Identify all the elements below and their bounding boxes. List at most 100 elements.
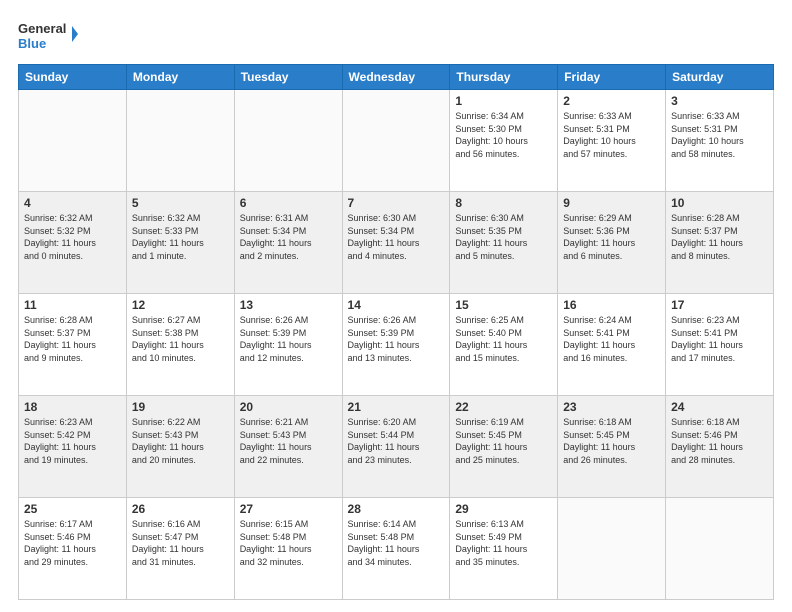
day-header-thursday: Thursday — [450, 65, 558, 90]
calendar-week-5: 25 Sunrise: 6:17 AM Sunset: 5:46 PM Dayli… — [19, 498, 774, 600]
day-info: Sunrise: 6:13 AM Sunset: 5:49 PM Dayligh… — [455, 518, 552, 568]
calendar-header-row: SundayMondayTuesdayWednesdayThursdayFrid… — [19, 65, 774, 90]
day-number: 26 — [132, 502, 229, 516]
day-info: Sunrise: 6:21 AM Sunset: 5:43 PM Dayligh… — [240, 416, 337, 466]
calendar-day-25: 25 Sunrise: 6:17 AM Sunset: 5:46 PM Dayli… — [19, 498, 127, 600]
logo-svg: General Blue — [18, 18, 78, 54]
header: General Blue — [18, 18, 774, 54]
day-number: 28 — [348, 502, 445, 516]
calendar-day-12: 12 Sunrise: 6:27 AM Sunset: 5:38 PM Dayli… — [126, 294, 234, 396]
day-info: Sunrise: 6:30 AM Sunset: 5:35 PM Dayligh… — [455, 212, 552, 262]
day-number: 21 — [348, 400, 445, 414]
day-info: Sunrise: 6:14 AM Sunset: 5:48 PM Dayligh… — [348, 518, 445, 568]
calendar-day-15: 15 Sunrise: 6:25 AM Sunset: 5:40 PM Dayli… — [450, 294, 558, 396]
day-number: 10 — [671, 196, 768, 210]
calendar-day-10: 10 Sunrise: 6:28 AM Sunset: 5:37 PM Dayli… — [666, 192, 774, 294]
day-info: Sunrise: 6:24 AM Sunset: 5:41 PM Dayligh… — [563, 314, 660, 364]
calendar-week-3: 11 Sunrise: 6:28 AM Sunset: 5:37 PM Dayli… — [19, 294, 774, 396]
calendar-day-9: 9 Sunrise: 6:29 AM Sunset: 5:36 PM Daylig… — [558, 192, 666, 294]
day-header-saturday: Saturday — [666, 65, 774, 90]
calendar-day-8: 8 Sunrise: 6:30 AM Sunset: 5:35 PM Daylig… — [450, 192, 558, 294]
calendar-day-21: 21 Sunrise: 6:20 AM Sunset: 5:44 PM Dayli… — [342, 396, 450, 498]
day-number: 6 — [240, 196, 337, 210]
calendar-day-28: 28 Sunrise: 6:14 AM Sunset: 5:48 PM Dayli… — [342, 498, 450, 600]
calendar-day-18: 18 Sunrise: 6:23 AM Sunset: 5:42 PM Dayli… — [19, 396, 127, 498]
day-number: 27 — [240, 502, 337, 516]
day-number: 9 — [563, 196, 660, 210]
calendar-day-11: 11 Sunrise: 6:28 AM Sunset: 5:37 PM Dayli… — [19, 294, 127, 396]
day-info: Sunrise: 6:27 AM Sunset: 5:38 PM Dayligh… — [132, 314, 229, 364]
calendar-day-29: 29 Sunrise: 6:13 AM Sunset: 5:49 PM Dayli… — [450, 498, 558, 600]
day-info: Sunrise: 6:33 AM Sunset: 5:31 PM Dayligh… — [671, 110, 768, 160]
day-info: Sunrise: 6:34 AM Sunset: 5:30 PM Dayligh… — [455, 110, 552, 160]
day-number: 4 — [24, 196, 121, 210]
day-info: Sunrise: 6:28 AM Sunset: 5:37 PM Dayligh… — [24, 314, 121, 364]
day-info: Sunrise: 6:28 AM Sunset: 5:37 PM Dayligh… — [671, 212, 768, 262]
calendar-day-empty — [234, 90, 342, 192]
svg-text:Blue: Blue — [18, 36, 46, 51]
page: General Blue SundayMondayTuesdayWednesda… — [0, 0, 792, 612]
calendar-day-14: 14Sunrise: 6:26 AM Sunset: 5:39 PM Dayli… — [342, 294, 450, 396]
calendar-day-13: 13Sunrise: 6:26 AM Sunset: 5:39 PM Dayli… — [234, 294, 342, 396]
day-number: 3 — [671, 94, 768, 108]
calendar-day-7: 7Sunrise: 6:30 AM Sunset: 5:34 PM Daylig… — [342, 192, 450, 294]
calendar-day-1: 1 Sunrise: 6:34 AM Sunset: 5:30 PM Daylig… — [450, 90, 558, 192]
day-number: 12 — [132, 298, 229, 312]
calendar-day-empty — [666, 498, 774, 600]
day-info: Sunrise: 6:23 AM Sunset: 5:41 PM Dayligh… — [671, 314, 768, 364]
calendar-day-6: 6 Sunrise: 6:31 AM Sunset: 5:34 PM Daylig… — [234, 192, 342, 294]
calendar-day-5: 5 Sunrise: 6:32 AM Sunset: 5:33 PM Daylig… — [126, 192, 234, 294]
day-number: 18 — [24, 400, 121, 414]
day-info: Sunrise: 6:18 AM Sunset: 5:45 PM Dayligh… — [563, 416, 660, 466]
day-info: Sunrise: 6:15 AM Sunset: 5:48 PM Dayligh… — [240, 518, 337, 568]
day-header-tuesday: Tuesday — [234, 65, 342, 90]
calendar-day-27: 27 Sunrise: 6:15 AM Sunset: 5:48 PM Dayli… — [234, 498, 342, 600]
day-number: 1 — [455, 94, 552, 108]
calendar-day-24: 24 Sunrise: 6:18 AM Sunset: 5:46 PM Dayli… — [666, 396, 774, 498]
calendar-day-4: 4 Sunrise: 6:32 AM Sunset: 5:32 PM Daylig… — [19, 192, 127, 294]
day-number: 15 — [455, 298, 552, 312]
calendar-week-4: 18 Sunrise: 6:23 AM Sunset: 5:42 PM Dayli… — [19, 396, 774, 498]
calendar-day-empty — [19, 90, 127, 192]
day-info: Sunrise: 6:32 AM Sunset: 5:33 PM Dayligh… — [132, 212, 229, 262]
day-info: Sunrise: 6:25 AM Sunset: 5:40 PM Dayligh… — [455, 314, 552, 364]
day-info: Sunrise: 6:31 AM Sunset: 5:34 PM Dayligh… — [240, 212, 337, 262]
day-info: Sunrise: 6:26 AM Sunset: 5:39 PM Dayligh… — [348, 314, 445, 364]
day-number: 7 — [348, 196, 445, 210]
day-info: Sunrise: 6:16 AM Sunset: 5:47 PM Dayligh… — [132, 518, 229, 568]
day-info: Sunrise: 6:32 AM Sunset: 5:32 PM Dayligh… — [24, 212, 121, 262]
calendar-day-16: 16 Sunrise: 6:24 AM Sunset: 5:41 PM Dayli… — [558, 294, 666, 396]
logo: General Blue — [18, 18, 78, 54]
day-number: 2 — [563, 94, 660, 108]
day-info: Sunrise: 6:20 AM Sunset: 5:44 PM Dayligh… — [348, 416, 445, 466]
day-header-monday: Monday — [126, 65, 234, 90]
calendar-day-26: 26 Sunrise: 6:16 AM Sunset: 5:47 PM Dayli… — [126, 498, 234, 600]
day-info: Sunrise: 6:23 AM Sunset: 5:42 PM Dayligh… — [24, 416, 121, 466]
day-number: 17 — [671, 298, 768, 312]
day-info: Sunrise: 6:18 AM Sunset: 5:46 PM Dayligh… — [671, 416, 768, 466]
day-number: 8 — [455, 196, 552, 210]
day-number: 29 — [455, 502, 552, 516]
day-number: 25 — [24, 502, 121, 516]
day-number: 20 — [240, 400, 337, 414]
day-header-friday: Friday — [558, 65, 666, 90]
calendar-day-20: 20 Sunrise: 6:21 AM Sunset: 5:43 PM Dayli… — [234, 396, 342, 498]
calendar-day-22: 22Sunrise: 6:19 AM Sunset: 5:45 PM Dayli… — [450, 396, 558, 498]
calendar-day-17: 17 Sunrise: 6:23 AM Sunset: 5:41 PM Dayli… — [666, 294, 774, 396]
day-info: Sunrise: 6:22 AM Sunset: 5:43 PM Dayligh… — [132, 416, 229, 466]
day-info: Sunrise: 6:19 AM Sunset: 5:45 PM Dayligh… — [455, 416, 552, 466]
day-number: 5 — [132, 196, 229, 210]
day-info: Sunrise: 6:29 AM Sunset: 5:36 PM Dayligh… — [563, 212, 660, 262]
day-number: 16 — [563, 298, 660, 312]
day-number: 11 — [24, 298, 121, 312]
calendar-day-2: 2Sunrise: 6:33 AM Sunset: 5:31 PM Daylig… — [558, 90, 666, 192]
day-header-sunday: Sunday — [19, 65, 127, 90]
svg-text:General: General — [18, 21, 66, 36]
day-number: 24 — [671, 400, 768, 414]
day-number: 23 — [563, 400, 660, 414]
calendar-week-2: 4 Sunrise: 6:32 AM Sunset: 5:32 PM Daylig… — [19, 192, 774, 294]
calendar-day-3: 3 Sunrise: 6:33 AM Sunset: 5:31 PM Daylig… — [666, 90, 774, 192]
day-info: Sunrise: 6:17 AM Sunset: 5:46 PM Dayligh… — [24, 518, 121, 568]
calendar-day-empty — [558, 498, 666, 600]
day-number: 19 — [132, 400, 229, 414]
